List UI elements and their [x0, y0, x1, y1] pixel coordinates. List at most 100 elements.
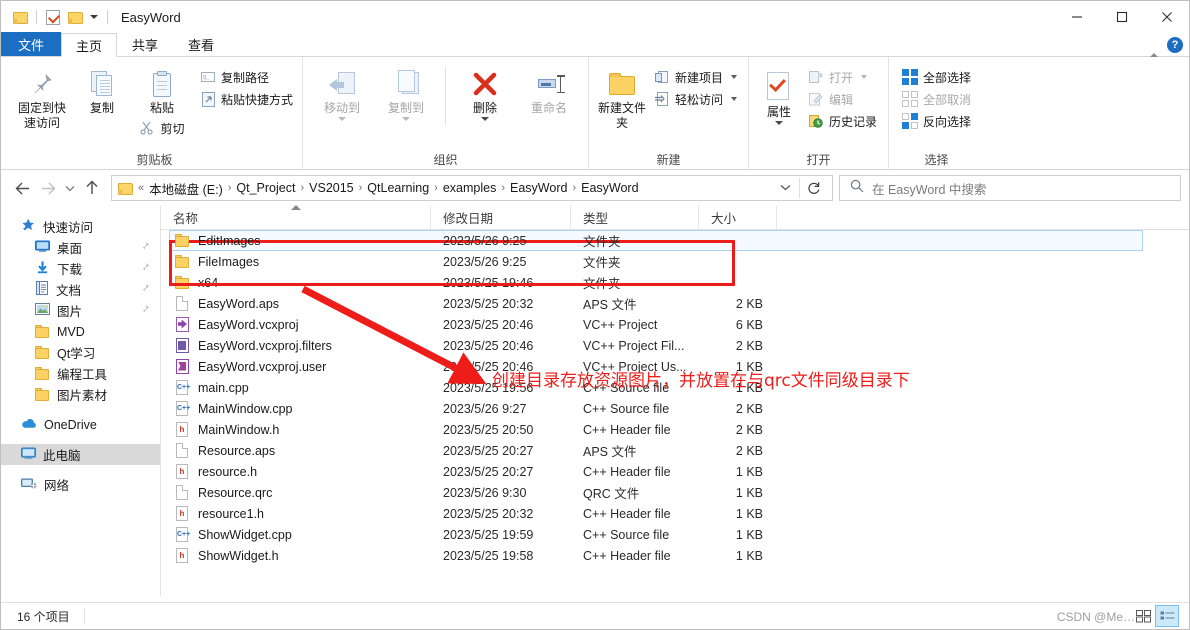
select-none-button[interactable]: 全部取消 — [899, 88, 974, 110]
close-button[interactable] — [1144, 1, 1189, 32]
table-row[interactable]: x64 2023/5/25 19:46 文件夹 — [161, 272, 1189, 293]
tab-view[interactable]: 查看 — [173, 32, 229, 56]
open-button[interactable]: 打开 — [805, 66, 880, 88]
recent-locations-chevron-down-icon[interactable] — [61, 175, 79, 201]
column-header-date[interactable]: 修改日期 — [431, 205, 571, 230]
item-count-label: 16 个项目 — [17, 609, 70, 624]
copy-path-icon: \\.. — [200, 69, 216, 85]
breadcrumb-dropdown-chevron-down-icon[interactable] — [772, 182, 799, 194]
table-row[interactable]: EasyWord.vcxproj.filters 2023/5/25 20:46… — [161, 335, 1189, 356]
table-row[interactable]: h resource1.h 2023/5/25 20:32 C++ Header… — [161, 503, 1189, 524]
back-icon[interactable] — [9, 175, 35, 201]
table-row[interactable]: C++ ShowWidget.cpp 2023/5/25 19:59 C++ S… — [161, 524, 1189, 545]
table-row[interactable]: Resource.qrc 2023/5/26 9:30 QRC 文件 1 KB — [161, 482, 1189, 503]
new-item-chevron-down-icon[interactable] — [731, 75, 738, 79]
file-type-cell: APS 文件 — [583, 445, 637, 459]
move-to-chevron-down-icon[interactable] — [338, 117, 347, 121]
pin-icon[interactable] — [139, 283, 150, 297]
table-row[interactable]: Resource.aps 2023/5/25 20:27 APS 文件 2 KB — [161, 440, 1189, 461]
breadcrumb-item-easyword-1[interactable]: EasyWord — [506, 181, 571, 195]
tab-home[interactable]: 主页 — [61, 33, 118, 57]
table-row[interactable]: EasyWord.vcxproj 2023/5/25 20:46 VC++ Pr… — [161, 314, 1189, 335]
sidebar-item-mvd[interactable]: MVD — [1, 321, 160, 342]
pin-icon[interactable] — [139, 241, 150, 255]
tab-share[interactable]: 共享 — [117, 32, 173, 56]
rename-button[interactable]: 重命名 — [520, 63, 578, 116]
sidebar-item-network[interactable]: 网络 — [1, 474, 160, 495]
file-name: FileImages — [198, 254, 260, 269]
copy-to-button[interactable]: 复制到 — [377, 63, 435, 121]
paste-shortcut-button[interactable]: 粘贴快捷方式 — [197, 88, 296, 110]
copy-button[interactable]: 复制 — [73, 63, 131, 116]
table-row[interactable]: C++ MainWindow.cpp 2023/5/26 9:27 C++ So… — [161, 398, 1189, 419]
delete-chevron-down-icon[interactable] — [481, 117, 490, 121]
column-header-type[interactable]: 类型 — [571, 205, 699, 230]
open-icon — [808, 69, 824, 85]
new-item-button[interactable]: 新建项目 — [651, 66, 740, 88]
search-input-placeholder[interactable]: 在 EasyWord 中搜索 — [872, 179, 986, 198]
cut-button[interactable]: 剪切 — [136, 117, 187, 139]
breadcrumb-bar[interactable]: « 本地磁盘 (E:) › Qt_Project › VS2015 › QtLe… — [111, 175, 833, 201]
sidebar-item-this-pc[interactable]: 此电脑 — [1, 444, 160, 465]
breadcrumb-item-easyword-2[interactable]: EasyWord — [577, 181, 642, 195]
help-icon[interactable]: ? — [1167, 37, 1183, 53]
sidebar-item-quick-access[interactable]: 快速访问 — [1, 216, 160, 237]
sidebar-item-documents[interactable]: 文档 — [1, 279, 160, 300]
history-button[interactable]: 历史记录 — [805, 110, 880, 132]
file-date-cell: 2023/5/26 9:27 — [443, 401, 527, 416]
delete-button[interactable]: 删除 — [456, 63, 514, 121]
new-folder-button[interactable]: 新建文件夹 — [597, 63, 647, 131]
table-row[interactable]: h MainWindow.h 2023/5/25 20:50 C++ Heade… — [161, 419, 1189, 440]
easy-access-chevron-down-icon[interactable] — [731, 97, 738, 101]
tab-file[interactable]: 文件 — [1, 32, 62, 56]
sidebar-item-onedrive[interactable]: OneDrive — [1, 414, 160, 435]
qat-customize-chevron-down-icon[interactable] — [86, 6, 102, 28]
maximize-button[interactable] — [1099, 1, 1144, 32]
search-box[interactable]: 在 EasyWord 中搜索 — [839, 175, 1181, 201]
pin-to-quick-access-button[interactable]: 固定到快速访问 — [13, 63, 71, 131]
table-row[interactable]: EasyWord.aps 2023/5/25 20:32 APS 文件 2 KB — [161, 293, 1189, 314]
edit-button[interactable]: 编辑 — [805, 88, 880, 110]
sidebar-item-desktop[interactable]: 桌面 — [1, 237, 160, 258]
collapse-ribbon-chevron-up-icon[interactable] — [1149, 36, 1159, 58]
qat-properties-checkbox-icon[interactable] — [42, 6, 64, 28]
details-view-button[interactable] — [1155, 605, 1179, 627]
table-row[interactable]: EditImages 2023/5/26 9:25 文件夹 — [161, 230, 1189, 251]
paste-button[interactable]: 粘贴 — [133, 63, 191, 116]
copy-path-button[interactable]: \\.. 复制路径 — [197, 66, 296, 88]
invert-selection-button[interactable]: 反向选择 — [899, 110, 974, 132]
refresh-icon[interactable] — [800, 176, 828, 200]
breadcrumb-item-qtlearning[interactable]: QtLearning — [363, 181, 433, 195]
sidebar-item-downloads[interactable]: 下载 — [1, 258, 160, 279]
column-header-name[interactable]: 名称 — [161, 204, 431, 230]
sidebar-item-programming-tools[interactable]: 编程工具 — [1, 363, 160, 384]
qat-folder-icon[interactable] — [9, 6, 31, 28]
breadcrumb-item-examples[interactable]: examples — [439, 181, 501, 195]
minimize-button[interactable] — [1054, 1, 1099, 32]
breadcrumb-overflow-icon[interactable]: « — [137, 182, 145, 194]
copy-to-chevron-down-icon[interactable] — [402, 117, 411, 121]
sidebar-item-pictures[interactable]: 图片 — [1, 300, 160, 321]
move-to-button[interactable]: 移动到 — [313, 63, 371, 121]
table-row[interactable]: h ShowWidget.h 2023/5/25 19:58 C++ Heade… — [161, 545, 1189, 566]
pin-icon[interactable] — [139, 262, 150, 276]
sidebar-item-qt-study[interactable]: Qt学习 — [1, 342, 160, 363]
breadcrumb-item-drive[interactable]: 本地磁盘 (E:) — [145, 179, 227, 198]
breadcrumb-item-qt-project[interactable]: Qt_Project — [232, 181, 299, 195]
qat-new-folder-icon[interactable] — [64, 6, 86, 28]
column-header-date-label: 修改日期 — [443, 212, 494, 226]
forward-icon[interactable] — [35, 175, 61, 201]
breadcrumb-item-vs2015[interactable]: VS2015 — [305, 181, 357, 195]
properties-chevron-down-icon[interactable] — [775, 121, 784, 125]
select-all-button[interactable]: 全部选择 — [899, 66, 974, 88]
select-all-icon — [902, 69, 919, 85]
column-header-size[interactable]: 大小 — [699, 205, 777, 230]
pin-icon[interactable] — [139, 304, 150, 318]
easy-access-button[interactable]: 轻松访问 — [651, 88, 740, 110]
up-icon[interactable] — [79, 175, 105, 201]
open-chevron-down-icon[interactable] — [861, 75, 868, 79]
sidebar-item-image-assets[interactable]: 图片素材 — [1, 384, 160, 405]
table-row[interactable]: FileImages 2023/5/26 9:25 文件夹 — [161, 251, 1189, 272]
table-row[interactable]: h resource.h 2023/5/25 20:27 C++ Header … — [161, 461, 1189, 482]
properties-button[interactable]: 属性 — [757, 63, 801, 125]
